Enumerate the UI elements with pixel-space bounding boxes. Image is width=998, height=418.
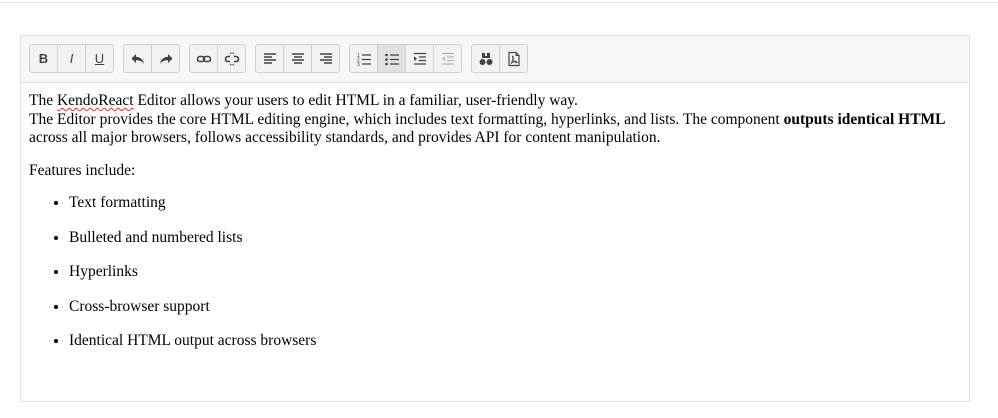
svg-text:3: 3 [357,62,360,67]
undo-icon [131,53,144,64]
misspelled-word: KendoReact [56,92,134,109]
editor-toolbar: B I U 1 2 3 [21,36,969,83]
top-divider [0,2,998,3]
redo-icon [159,53,172,64]
insert-link-button[interactable] [189,44,218,73]
ordered-list-icon: 123 [357,53,371,67]
redo-button[interactable] [151,44,180,73]
text-style-group: B I U [29,44,114,73]
history-group [123,44,180,73]
link-group [189,44,246,73]
find-replace-icon [479,52,492,65]
unordered-list-icon [384,53,399,65]
bold-button[interactable]: B [29,44,58,73]
bold-icon: B [38,51,49,66]
align-center-icon [291,52,304,64]
unlink-icon [224,51,239,66]
unordered-list-button[interactable] [377,44,406,73]
rich-text-editor: B I U 1 2 3 The KendoReact Editor allows… [20,35,970,402]
export-pdf-button[interactable] [499,44,528,73]
features-heading: Features include: [29,161,136,179]
outdent-icon [441,52,454,65]
list-item: Identical HTML output across browsers [69,332,961,351]
italic-icon: I [69,51,74,66]
pdf-export-icon [507,51,520,66]
list-item: Hyperlinks [69,263,961,282]
link-icon [196,55,211,62]
align-right-button[interactable] [311,44,340,73]
align-left-icon [263,52,276,64]
outdent-button[interactable] [433,44,462,73]
bold-text: outputs identical HTML [783,110,946,128]
undo-button[interactable] [123,44,152,73]
indent-icon [413,52,426,65]
tools-group [471,44,528,73]
align-left-button[interactable] [255,44,284,73]
features-list: Text formatting Bulleted and numbered li… [29,194,961,351]
list-item: Bulleted and numbered lists [69,229,961,248]
list-item: Cross-browser support [69,298,961,317]
align-right-icon [319,52,332,64]
alignment-group [255,44,340,73]
list-group: 123 [349,44,462,73]
indent-button[interactable] [405,44,434,73]
unlink-button[interactable] [217,44,246,73]
find-replace-button[interactable] [471,44,500,73]
intro-paragraph: The KendoReact Editor allows your users … [29,92,946,146]
underline-icon: U [94,51,105,66]
ordered-list-button[interactable]: 123 [349,44,378,73]
underline-button[interactable]: U [85,44,114,73]
list-item: Text formatting [69,194,961,213]
editor-content[interactable]: The KendoReact Editor allows your users … [21,83,969,351]
align-center-button[interactable] [283,44,312,73]
italic-button[interactable]: I [57,44,86,73]
